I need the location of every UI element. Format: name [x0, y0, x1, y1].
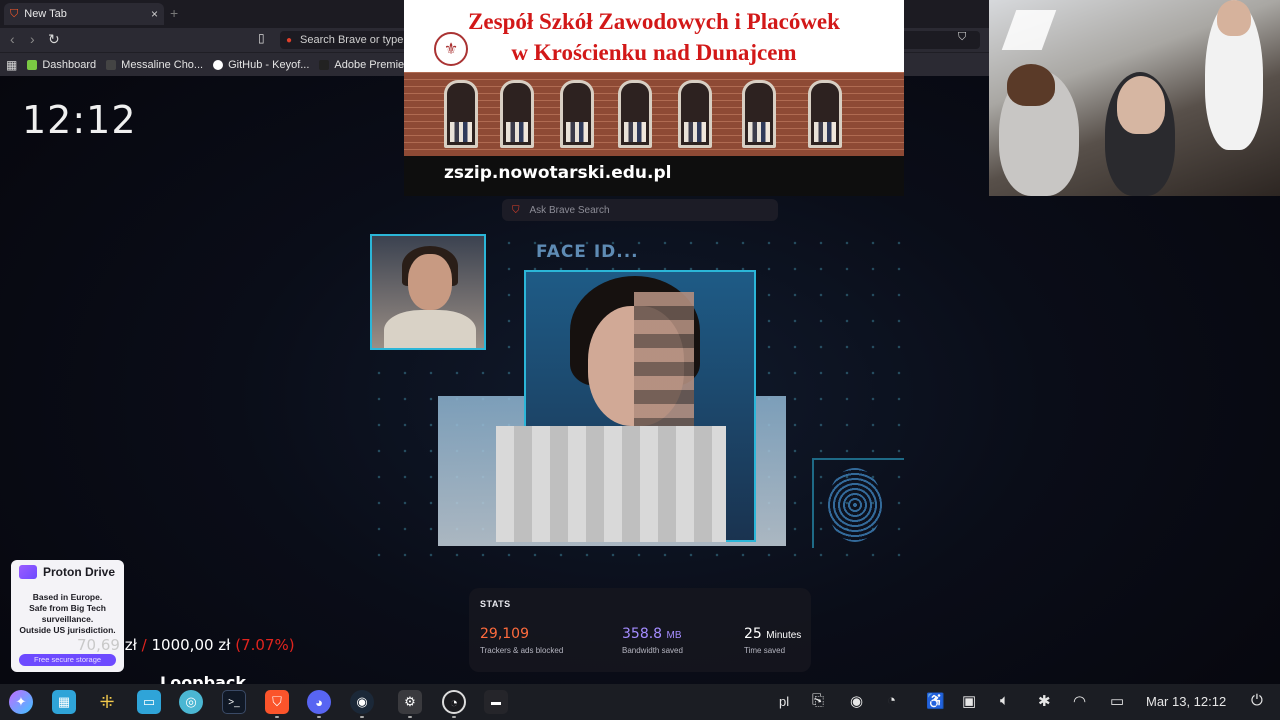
new-tab-button[interactable]: +	[170, 5, 178, 21]
bandwidth-label: Bandwidth saved	[622, 646, 683, 655]
fingerprint-frame	[812, 458, 904, 548]
volume-icon[interactable]: 🔈︎	[1000, 692, 1009, 709]
stat-trackers: 29,109 Trackers & ads blocked	[480, 625, 563, 655]
school-crest-icon: ⚜	[434, 32, 468, 66]
app-launcher-icon[interactable]: ✦	[9, 690, 33, 714]
bookmark-label: Messaline Cho...	[121, 58, 204, 71]
banner-line-2: w Krościenku nad Dunajcem	[511, 40, 797, 65]
desktop-switcher-icon[interactable]: ▦	[52, 690, 76, 714]
reload-icon[interactable]: ↻	[48, 31, 60, 48]
tab-title: New Tab	[24, 8, 67, 20]
settings-gear-icon[interactable]: ⚙	[398, 690, 422, 714]
address-bar-placeholder: Search Brave or type a	[300, 34, 413, 46]
school-url: zszip.nowotarski.edu.pl	[444, 163, 672, 183]
terminal-icon[interactable]: >_	[222, 690, 246, 714]
bookmark-messaline[interactable]: Messaline Cho...	[106, 59, 203, 71]
school-banner-overlay: Zespół Szkół Zawodowych i Placówek w Kro…	[404, 0, 904, 196]
dashboard-icon	[27, 59, 38, 70]
bookmark-label: Adobe Premie...	[334, 58, 414, 71]
bookmark-label: GitHub - Keyof...	[228, 58, 310, 71]
donation-current: 70,69	[77, 636, 120, 654]
tab-new-tab[interactable]: ⛉ New Tab ×	[4, 3, 164, 25]
keyboard-layout[interactable]: pl	[779, 694, 789, 709]
donation-goal-amount: 1000,00 zł	[151, 636, 231, 654]
donation-percent: (7.07%)	[235, 636, 295, 654]
time-label: Time saved	[744, 646, 786, 655]
donation-goal: 70,69 zł / 1000,00 zł (7.07%)	[77, 636, 295, 654]
discord-icon[interactable]: ◕	[307, 690, 331, 714]
search-placeholder: Ask Brave Search	[529, 204, 610, 216]
forward-icon[interactable]: ›	[30, 31, 35, 47]
ask-brave-search-input[interactable]: ⛉ Ask Brave Search	[502, 199, 778, 221]
time-value: 25	[744, 626, 762, 642]
trackers-value: 29,109	[480, 626, 529, 642]
school-building-photo	[404, 72, 904, 156]
trackers-label: Trackers & ads blocked	[480, 646, 564, 655]
display-icon[interactable]: ▣	[962, 692, 976, 710]
desktop-screen: ⛉ New Tab × + ‹ › ↻ ▯ ● Search Brave or …	[0, 0, 1280, 720]
brave-shield-icon: ⛉	[10, 7, 19, 20]
obs-icon[interactable]: ◔	[442, 690, 466, 714]
github-icon	[213, 59, 224, 70]
power-icon[interactable]: ⏻	[1251, 692, 1263, 709]
time-unit: Minutes	[766, 630, 802, 641]
fingerprint-icon	[828, 468, 882, 542]
stat-bandwidth: 358.8 MB Bandwidth saved	[622, 625, 683, 655]
proton-drive-logo-icon	[19, 565, 37, 579]
bluetooth-off-icon[interactable]: ✱	[1038, 692, 1051, 710]
back-icon[interactable]: ‹	[10, 31, 15, 47]
notifications-icon[interactable]: ▭	[1110, 692, 1124, 710]
ceiling-light	[1001, 10, 1057, 50]
stats-heading: STATS	[480, 599, 511, 609]
bookmark-dashboard[interactable]: Dashboard	[27, 59, 96, 71]
proton-ad-body: Based in Europe. Safe from Big Tech surv…	[19, 592, 116, 635]
media-icon[interactable]: ◎	[179, 690, 203, 714]
messaline-icon	[106, 59, 117, 70]
new-tab-clock: 12:12	[22, 98, 137, 142]
file-manager-icon[interactable]: ▭	[137, 690, 161, 714]
webcam-feed	[989, 0, 1280, 196]
donation-currency: zł	[124, 636, 137, 654]
pixelated-shirt	[496, 426, 726, 542]
bookmark-label: Dashboard	[42, 58, 97, 71]
banner-header: Zespół Szkół Zawodowych i Placówek w Kro…	[404, 0, 904, 72]
proton-drive-ad[interactable]: Proton Drive Based in Europe. Safe from …	[11, 560, 124, 672]
face-id-label: FACE ID...	[536, 242, 639, 262]
bookmark-github[interactable]: GitHub - Keyof...	[213, 59, 309, 71]
bookmark-adobe[interactable]: Adobe Premie...	[319, 59, 413, 71]
adobe-icon	[319, 59, 330, 70]
app-store-icon[interactable]: ⁜	[95, 690, 119, 714]
taskbar-datetime[interactable]: Mar 13, 12:12	[1146, 694, 1226, 709]
monitor-icon[interactable]: ▬	[484, 690, 508, 714]
wifi-icon[interactable]: ◠	[1073, 692, 1086, 710]
stat-time: 25 Minutes Time saved	[744, 625, 801, 655]
clipboard-icon[interactable]: ⎘	[812, 692, 824, 709]
bandwidth-unit: MB	[666, 630, 682, 641]
proton-drive-name: Proton Drive	[43, 565, 116, 579]
face-id-background-image: FACE ID...	[366, 230, 906, 570]
obs-tray-icon[interactable]: ◔	[887, 692, 896, 709]
donation-separator: /	[141, 636, 147, 654]
face-thumbnail	[370, 234, 486, 350]
steam-tray-icon[interactable]: ◉	[850, 692, 863, 710]
brave-logo-icon: ●	[286, 34, 293, 46]
brave-logo-icon: ⛉	[512, 204, 520, 216]
accessibility-icon[interactable]: ♿	[926, 692, 945, 710]
brave-browser-icon[interactable]: ⛉	[265, 690, 289, 714]
brave-shields-icon[interactable]: ⛉	[958, 31, 966, 44]
bookmark-icon[interactable]: ▯	[258, 31, 265, 45]
tab-close-icon[interactable]: ×	[151, 7, 158, 21]
bandwidth-value: 358.8	[622, 626, 663, 642]
banner-line-1: Zespół Szkół Zawodowych i Placówek	[468, 9, 840, 34]
proton-cta-button[interactable]: Free secure storage	[19, 654, 116, 666]
apps-grid-icon[interactable]: ▦	[6, 58, 17, 72]
taskbar: ✦ ▦ ⁜ ▭ ◎ >_ ⛉ ◕ ◉ ⚙ ◔ ▬ pl ⎘ ◉ ◔ ♿ ▣ 🔈︎…	[0, 684, 1280, 720]
pixelated-face-half	[634, 292, 694, 432]
stats-card: STATS 29,109 Trackers & ads blocked 358.…	[469, 588, 811, 672]
steam-icon[interactable]: ◉	[350, 690, 374, 714]
